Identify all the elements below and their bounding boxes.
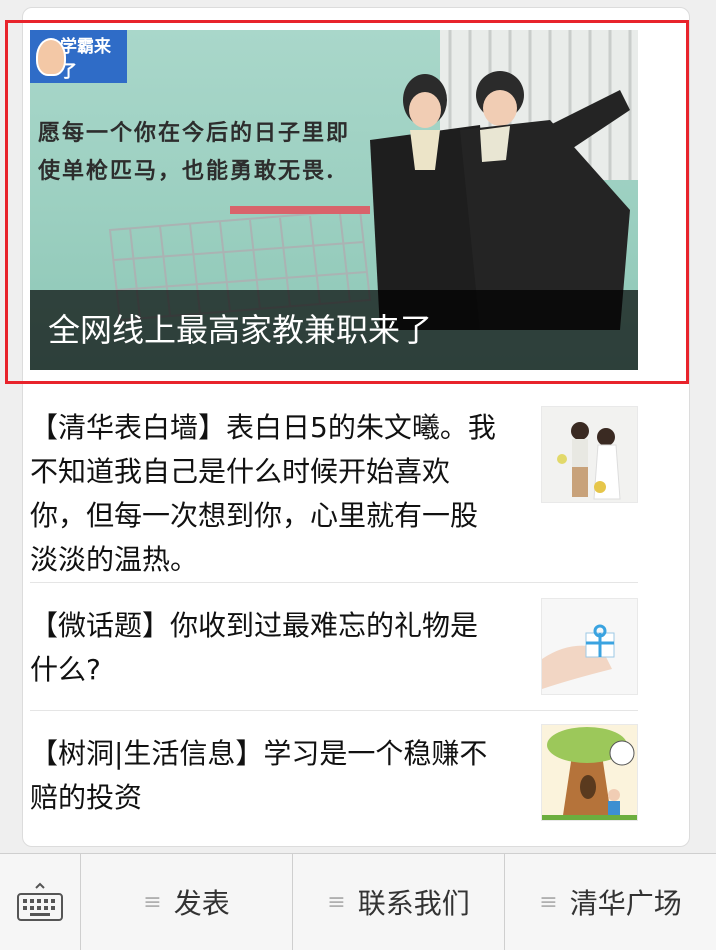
article-title: 【树洞|生活信息】学习是一个稳赚不赔的投资 <box>30 737 488 814</box>
slogan-line: 愿每一个你在今后的日子里即 <box>38 120 351 146</box>
menu-button-publish[interactable]: ≡ 发表 <box>81 854 293 950</box>
menu-label: 联系我们 <box>357 887 470 920</box>
article-thumbnail <box>541 598 638 695</box>
divider <box>30 582 638 583</box>
mascot-icon <box>36 38 66 76</box>
keyboard-icon <box>17 882 63 921</box>
cover-story[interactable]: 学霸来了 愿每一个你在今后的日子里即 使单枪匹马，也能勇敢无畏. 全网线上最高家… <box>30 30 638 370</box>
menu-button-square[interactable]: ≡ 清华广场 <box>505 854 716 950</box>
menu-lines-icon: ≡ <box>327 889 346 915</box>
list-item[interactable]: 【树洞|生活信息】学习是一个稳赚不赔的投资 <box>30 724 638 828</box>
menu-label: 发表 <box>173 887 230 920</box>
menu-button-contact[interactable]: ≡ 联系我们 <box>293 854 505 950</box>
brand-logo: 学霸来了 <box>30 30 127 83</box>
list-item[interactable]: 【微话题】你收到过最难忘的礼物是什么? <box>30 598 638 700</box>
article-title: 【清华表白墙】表白日5的朱文曦。我不知道我自己是什么时候开始喜欢你，但每一次想到… <box>30 411 496 576</box>
cover-caption: 全网线上最高家教兼职来了 <box>30 290 638 370</box>
list-item[interactable]: 【清华表白墙】表白日5的朱文曦。我不知道我自己是什么时候开始喜欢你，但每一次想到… <box>30 406 638 582</box>
menu-lines-icon: ≡ <box>539 889 558 915</box>
slogan-line: 使单枪匹马，也能勇敢无畏. <box>38 158 336 184</box>
cover-slogan: 愿每一个你在今后的日子里即 使单枪匹马，也能勇敢无畏. <box>38 114 350 190</box>
keyboard-toggle-button[interactable] <box>0 854 81 950</box>
article-thumbnail <box>541 724 638 821</box>
article-thumbnail <box>541 406 638 503</box>
bottom-menu-bar: ≡ 发表 ≡ 联系我们 ≡ 清华广场 <box>0 853 716 950</box>
article-title: 【微话题】你收到过最难忘的礼物是什么? <box>30 609 479 686</box>
divider <box>30 710 638 711</box>
logo-text: 学霸来了 <box>60 36 111 82</box>
menu-label: 清华广场 <box>569 887 682 920</box>
menu-lines-icon: ≡ <box>143 889 162 915</box>
